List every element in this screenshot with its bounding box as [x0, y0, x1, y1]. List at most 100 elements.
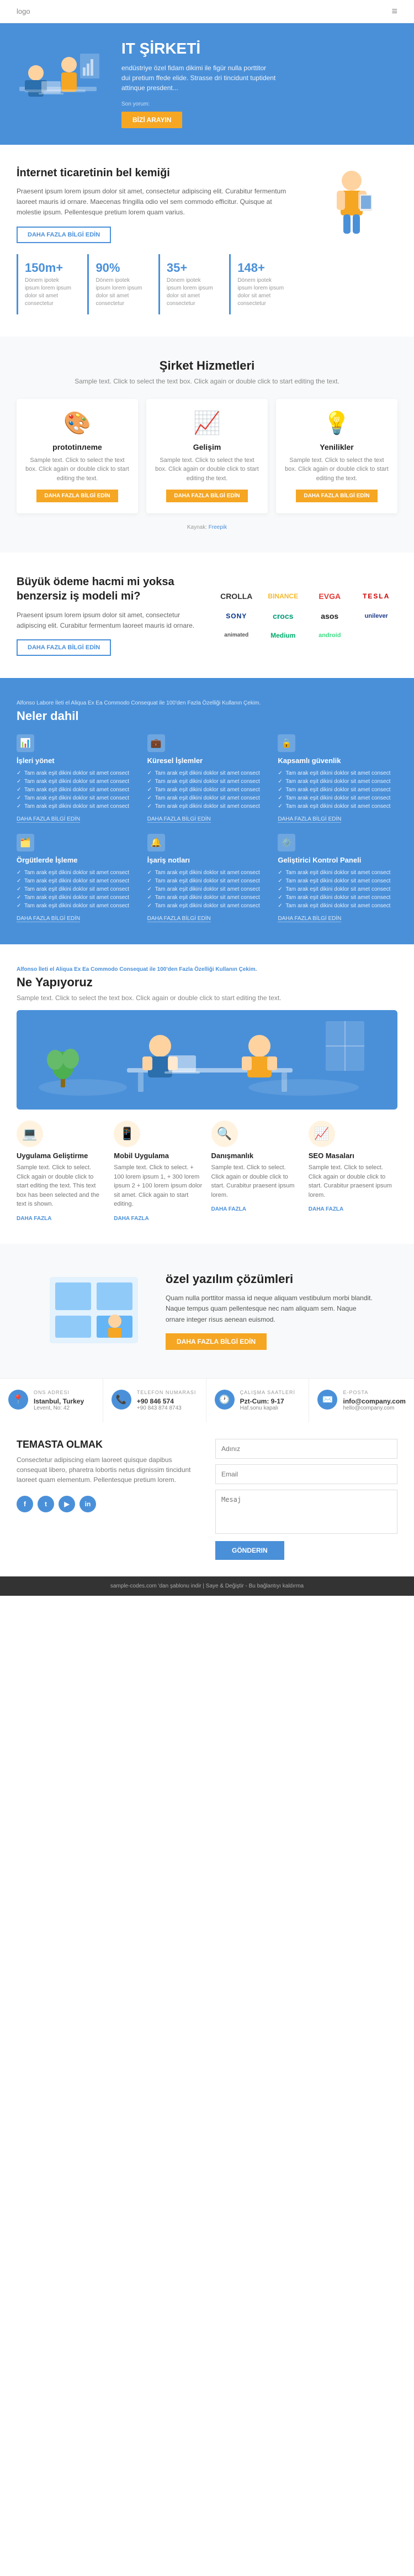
footer-copyright: sample-codes.com 'dan şablonu indir | Sa…	[110, 1583, 304, 1589]
footer-info-text: TELEFON NUMARASI +90 846 574 +90 843 874…	[137, 1390, 197, 1411]
ozel-cta-button[interactable]: DAHA FAZLA BİLGİ EDİN	[166, 1333, 267, 1350]
social-icon[interactable]: in	[79, 1496, 96, 1512]
neler-list-item: ✓Tam arak eşit dikini doklor sit amet co…	[147, 777, 267, 786]
message-field[interactable]	[215, 1490, 397, 1534]
internet-description: Praesent ipsum lorem ipsum dolor sit ame…	[17, 186, 292, 218]
neler-list-item: ✓Tam arak eşit dikini doklor sit amet co…	[278, 769, 397, 777]
neler-list-item: ✓Tam arak eşit dikini doklor sit amet co…	[278, 869, 397, 877]
hizmet-card: 📈 Gelişim Sample text. Click to select t…	[146, 399, 268, 514]
brands-cta-button[interactable]: DAHA FAZLA BİLGİ EDİN	[17, 639, 111, 656]
stat-item: 150m+Dönem ipotek ipsum lorem ipsum dolo…	[17, 254, 79, 314]
footer-info-label: TELEFON NUMARASI	[137, 1390, 197, 1395]
neler-card-btn[interactable]: DAHA FAZLA BİLGİ EDİN	[17, 916, 80, 922]
neler-card-icon: 📊	[17, 734, 34, 752]
neler-card-icon: ⚙️	[278, 834, 295, 851]
hizmet-btn[interactable]: DAHA FAZLA BİLGİ EDİN	[36, 490, 118, 502]
ne-card-more[interactable]: DAHA FAZLA	[17, 1216, 52, 1222]
neler-list-item: ✓Tam arak eşit dikini doklor sit amet co…	[17, 885, 136, 893]
ozel-title: özel yazılım çözümleri	[166, 1272, 375, 1286]
neler-card-title: Kapsamlı güvenlik	[278, 756, 397, 765]
neler-list-item: ✓Tam arak eşit dikini doklor sit amet co…	[17, 877, 136, 885]
neler-card-title: İşleri yönet	[17, 756, 136, 765]
neler-title: Neler dahil	[17, 709, 397, 723]
neler-card-title: Örgütlerde İşleme	[17, 856, 136, 864]
ne-card-text: Sample text. Click to select. Click agai…	[17, 1163, 105, 1209]
internet-main: İnternet ticaretinin bel kemiği Praesent…	[17, 167, 292, 314]
name-field[interactable]	[215, 1439, 397, 1459]
logo: logo	[17, 7, 30, 15]
internet-section: İnternet ticaretinin bel kemiği Praesent…	[0, 145, 414, 337]
neler-card-icon: 🔔	[147, 834, 165, 851]
neler-list-item: ✓Tam arak eşit dikini doklor sit amet co…	[17, 802, 136, 811]
hero-content: IT ŞİRKETİ endüstriye özel fidam dikimi …	[110, 23, 293, 145]
stat-number: 148+	[237, 261, 285, 275]
ozel-text-block: özel yazılım çözümleri Quam nulla portti…	[166, 1272, 375, 1350]
neler-section: Alfonso Labore İleti el Aliqua Ex Ea Com…	[0, 678, 414, 944]
contact-description: Consectetur adipiscing elam laoreet quis…	[17, 1455, 199, 1485]
neler-list-item: ✓Tam arak eşit dikini doklor sit amet co…	[147, 885, 267, 893]
internet-cta-button[interactable]: DAHA FAZLA BİLGİ EDİN	[17, 227, 111, 243]
neler-list-item: ✓Tam arak eşit dikini doklor sit amet co…	[278, 786, 397, 794]
footer-info-label: E-POSTA	[343, 1390, 406, 1395]
footer-info-value: info@company.com	[343, 1397, 406, 1405]
neler-card-btn[interactable]: DAHA FAZLA BİLGİ EDİN	[147, 916, 211, 922]
contact-section: TEMASTA OLMAK Consectetur adipiscing ela…	[0, 1422, 414, 1576]
stat-item: 35+Dönem ipotek ipsum lorem ipsum dolor …	[158, 254, 221, 314]
neler-card-icon: 🗂️	[17, 834, 34, 851]
neler-card: 📊 İşleri yönet ✓Tam arak eşit dikini dok…	[17, 734, 136, 823]
ne-title: Ne Yapıyoruz	[17, 975, 397, 990]
neler-card-btn[interactable]: DAHA FAZLA BİLGİ EDİN	[278, 916, 341, 922]
footer-info-icon: 📞	[112, 1390, 131, 1410]
hizmet-text: Sample text. Click to select the text bo…	[25, 456, 130, 483]
neler-card: 🗂️ Örgütlerde İşleme ✓Tam arak eşit diki…	[17, 834, 136, 922]
menu-icon[interactable]: ≡	[391, 6, 397, 17]
source-link[interactable]: Freepik	[209, 524, 227, 530]
neler-card-btn[interactable]: DAHA FAZLA BİLGİ EDİN	[17, 816, 80, 823]
footer-info-text: E-POSTA info@company.com hello@company.c…	[343, 1390, 406, 1411]
brands-right: CROLLABINANCEEVGATESLASONYcrocsasosunile…	[215, 588, 397, 643]
hizmet-text: Sample text. Click to select the text bo…	[284, 456, 389, 483]
stat-label: Dönem ipotek ipsum lorem ipsum dolor sit…	[237, 277, 285, 308]
hizmet-btn[interactable]: DAHA FAZLA BİLGİ EDİN	[296, 490, 377, 502]
social-icon[interactable]: f	[17, 1496, 33, 1512]
stat-label: Dönem ipotek ipsum lorem ipsum dolor sit…	[167, 277, 214, 308]
social-icon[interactable]: ▶	[59, 1496, 75, 1512]
stats-row: 150m+ Dönem ipotek ipsum lorem ipsum dolo…	[17, 254, 292, 314]
ne-card-more[interactable]: DAHA FAZLA	[309, 1206, 344, 1212]
brand-item: Medium	[262, 628, 305, 643]
neler-list-item: ✓Tam arak eşit dikini doklor sit amet co…	[278, 902, 397, 910]
email-field[interactable]	[215, 1464, 397, 1484]
neler-card-title: Geliştirici Kontrol Paneli	[278, 856, 397, 864]
ne-subtitle: Alfonso İleti el Aliqua Ex Ea Commodo Co…	[17, 966, 397, 972]
hizmet-btn[interactable]: DAHA FAZLA BİLGİ EDİN	[166, 490, 247, 502]
footer-info-sub: hello@company.com	[343, 1405, 406, 1411]
ne-card-more[interactable]: DAHA FAZLA	[211, 1206, 247, 1212]
ne-card: 📱 Mobil Uygulama Sample text. Click to s…	[114, 1121, 203, 1222]
hizmetler-sample: Sample text. Click to select the text bo…	[17, 377, 397, 385]
social-icon[interactable]: t	[38, 1496, 54, 1512]
neler-list-item: ✓Tam arak eşit dikini doklor sit amet co…	[278, 802, 397, 811]
footer-bottom: sample-codes.com 'dan şablonu indir | Sa…	[0, 1576, 414, 1596]
send-button[interactable]: GÖNDERIN	[215, 1541, 284, 1560]
footer-info-value: +90 846 574	[137, 1397, 197, 1405]
ne-sample: Sample text. Click to select the text bo…	[17, 994, 397, 1002]
stat-number: 150m+	[25, 261, 72, 275]
neler-list-item: ✓Tam arak eşit dikini doklor sit amet co…	[17, 893, 136, 902]
ne-card-title: SEO Masaları	[309, 1152, 397, 1160]
internet-side	[306, 167, 397, 244]
neler-list-item: ✓Tam arak eşit dikini doklor sit amet co…	[17, 786, 136, 794]
neler-card-btn[interactable]: DAHA FAZLA BİLGİ EDİN	[147, 816, 211, 823]
stat-item: 148+ Dönem ipotek ipsum lorem ipsum dolor…	[229, 254, 291, 314]
hizmet-icon: 💡	[284, 410, 389, 436]
brand-item: CROLLA	[215, 588, 258, 604]
brands-description: Praesent ipsum lorem ipsum dolor sit ame…	[17, 610, 199, 631]
neler-grid: 📊 İşleri yönet ✓Tam arak eşit dikini dok…	[17, 734, 397, 922]
ne-card-more[interactable]: DAHA FAZLA	[114, 1216, 149, 1222]
hizmet-text: Sample text. Click to select the text bo…	[155, 456, 259, 483]
brand-item: animated	[215, 629, 258, 642]
neler-card-btn[interactable]: DAHA FAZLA BİLGİ EDİN	[278, 816, 341, 823]
neler-list-item: ✓Tam arak eşit dikini doklor sit amet co…	[278, 893, 397, 902]
stat-item: 90%Dönem ipotek ipsum lorem ipsum dolor …	[87, 254, 150, 314]
ne-card-icon: 📈	[309, 1121, 335, 1147]
hero-cta-button[interactable]: BİZİ ARAYIN	[121, 112, 182, 128]
